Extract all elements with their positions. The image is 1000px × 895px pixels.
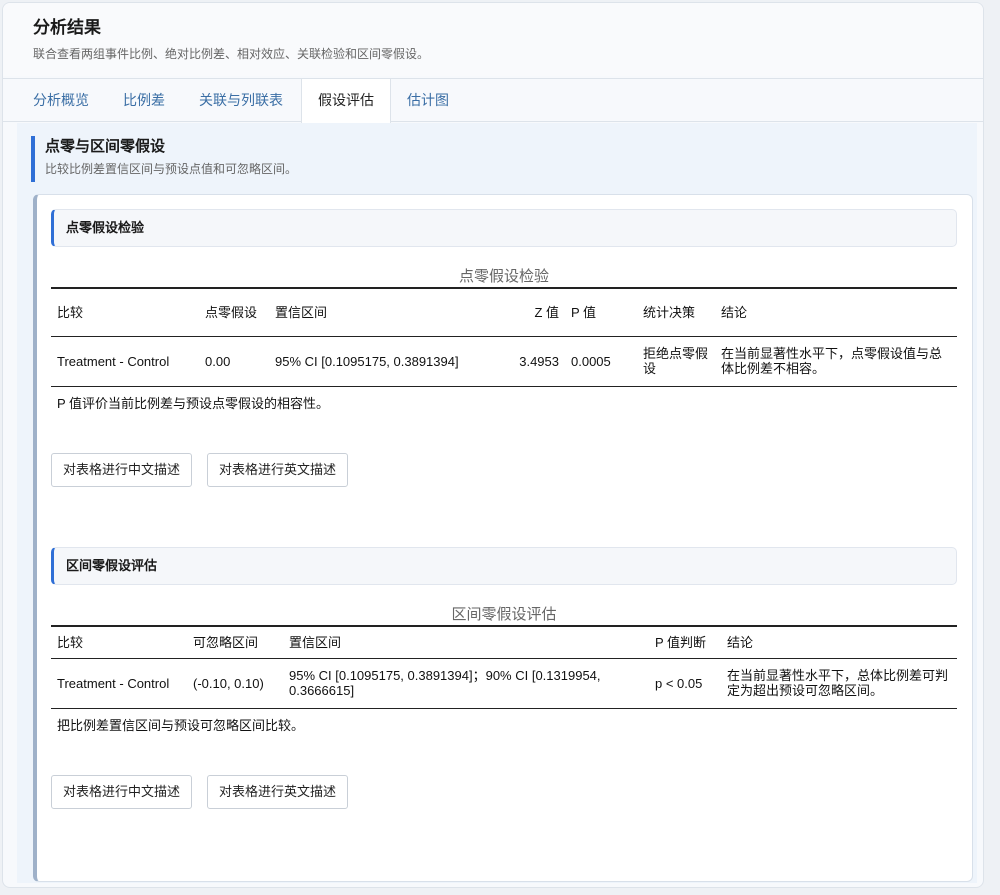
describe-en-button[interactable]: 对表格进行英文描述 xyxy=(207,453,349,487)
page-title: 分析结果 xyxy=(33,18,101,37)
column-header: 可忽略区间 xyxy=(193,634,259,650)
table-header-row: 比较 可忽略区间 置信区间 P 值判断 结论 xyxy=(51,626,957,658)
tab-overview[interactable]: 分析概览 xyxy=(17,79,105,122)
tab-panel: 点零与区间零假设 比较比例差置信区间与预设点值和可忽略区间。 点零假设检验 点零… xyxy=(17,123,977,883)
section-title: 点零与区间零假设 xyxy=(45,138,166,155)
column-header: 比较 xyxy=(57,634,84,650)
describe-cn-button[interactable]: 对表格进行中文描述 xyxy=(51,775,193,809)
table-cell: 95% CI [0.1095175, 0.3891394]；90% CI [0.… xyxy=(289,668,601,698)
table-cell: 在当前显著性水平下，总体比例差可判定为超出预设可忽略区间。 xyxy=(727,668,949,698)
table-cell: 拒绝点零假设 xyxy=(643,346,709,376)
tab-bar: 分析概览 比例差 关联与列联表 假设评估 估计图 xyxy=(3,78,983,123)
interval-test-heading: 区间零假设评估 xyxy=(51,547,957,585)
point-test-note: P 值评价当前比例差与预设点零假设的相容性。 xyxy=(57,396,330,411)
table-cell: (-0.10, 0.10) xyxy=(193,675,264,691)
interval-test-note: 把比例差置信区间与预设可忽略区间比较。 xyxy=(57,718,305,733)
column-header: P 值判断 xyxy=(655,634,707,650)
section-header: 点零与区间零假设 比较比例差置信区间与预设点值和可忽略区间。 xyxy=(31,136,951,182)
column-header: 置信区间 xyxy=(275,304,328,320)
column-header: 统计决策 xyxy=(643,304,696,320)
column-header: 结论 xyxy=(721,304,748,320)
table-cell: 95% CI [0.1095175, 0.3891394] xyxy=(275,353,459,369)
tab-proportion-diff[interactable]: 比例差 xyxy=(107,79,181,122)
interval-test-table-title: 区间零假设评估 xyxy=(451,606,557,623)
table-cell: 3.4953 xyxy=(519,353,559,369)
table-row: Treatment - Control (-0.10, 0.10) 95% CI… xyxy=(51,658,957,708)
table-cell: Treatment - Control xyxy=(57,675,170,691)
point-test-heading: 点零假设检验 xyxy=(51,209,957,247)
table-cell: 0.0005 xyxy=(571,353,611,369)
column-header: 置信区间 xyxy=(289,634,342,650)
table-cell: p < 0.05 xyxy=(655,675,703,691)
point-test-table: 比较 点零假设 置信区间 Z 值 P 值 统计决策 结论 Treatment -… xyxy=(51,287,957,387)
table-cell: 在当前显著性水平下，点零假设值与总体比例差不相容。 xyxy=(721,346,943,376)
column-header: 点零假设 xyxy=(205,304,258,320)
header: 分析结果 联合查看两组事件比例、绝对比例差、相对效应、关联检验和区间零假设。 xyxy=(3,3,983,76)
table-cell: Treatment - Control xyxy=(57,353,170,369)
interval-test-table: 比较 可忽略区间 置信区间 P 值判断 结论 Treatment - Contr… xyxy=(51,625,957,709)
column-header: Z 值 xyxy=(534,304,559,320)
describe-en-button[interactable]: 对表格进行英文描述 xyxy=(207,775,349,809)
tab-hypothesis[interactable]: 假设评估 xyxy=(301,79,391,123)
page-subtitle: 联合查看两组事件比例、绝对比例差、相对效应、关联检验和区间零假设。 xyxy=(33,47,430,61)
column-header: 比较 xyxy=(57,304,84,320)
table-header-row: 比较 点零假设 置信区间 Z 值 P 值 统计决策 结论 xyxy=(51,288,957,336)
table-cell: 0.00 xyxy=(205,353,231,369)
table-row: Treatment - Control 0.00 95% CI [0.10951… xyxy=(51,336,957,386)
section-subtitle: 比较比例差置信区间与预设点值和可忽略区间。 xyxy=(45,162,298,176)
tab-association[interactable]: 关联与列联表 xyxy=(183,79,299,122)
tab-estimate-plot[interactable]: 估计图 xyxy=(391,79,465,122)
point-test-table-title: 点零假设检验 xyxy=(458,268,549,285)
column-header: 结论 xyxy=(727,634,754,650)
describe-cn-button[interactable]: 对表格进行中文描述 xyxy=(51,453,193,487)
results-card: 点零假设检验 点零假设检验 比较 点零假设 置信区间 Z 值 P 值 统计决策 … xyxy=(33,194,973,882)
column-header: P 值 xyxy=(571,304,597,320)
results-window: 分析结果 联合查看两组事件比例、绝对比例差、相对效应、关联检验和区间零假设。 分… xyxy=(2,2,984,888)
